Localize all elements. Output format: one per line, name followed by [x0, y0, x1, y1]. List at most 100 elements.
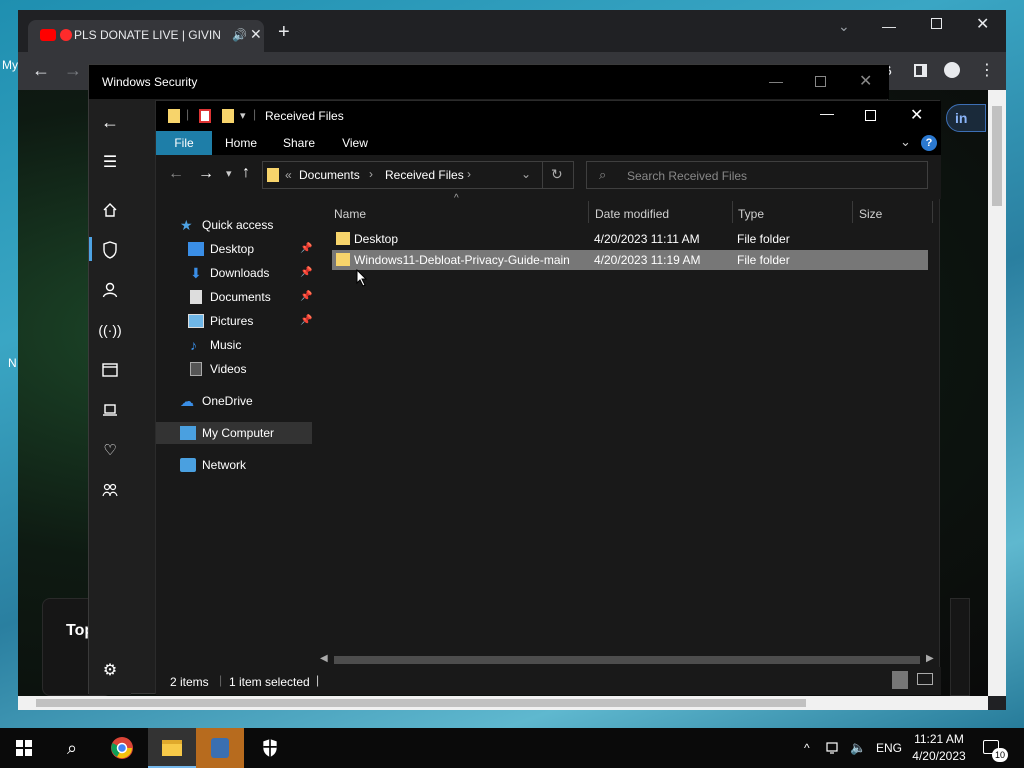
search-button[interactable]: ⌕ — [48, 728, 96, 768]
table-row[interactable]: Windows11-Debloat-Privacy-Guide-main 4/2… — [332, 250, 928, 270]
column-header-date[interactable]: Date modified — [595, 207, 669, 221]
clock[interactable]: 11:21 AM 4/20/2023 — [904, 731, 974, 765]
desktop-icon-label: My — [2, 58, 18, 72]
taskbar-windows-security[interactable] — [246, 728, 294, 768]
nav-downloads[interactable]: ⬇ Downloads 📌 — [188, 262, 312, 284]
profile-icon[interactable] — [944, 62, 960, 78]
music-note-icon: ♪ — [190, 337, 197, 353]
large-icons-view-icon[interactable] — [917, 673, 933, 685]
recent-locations-icon[interactable]: ▾ — [226, 167, 232, 180]
taskbar-app[interactable] — [196, 728, 244, 768]
explorer-close-icon[interactable]: ✕ — [910, 105, 923, 125]
signin-button[interactable]: in — [946, 104, 986, 132]
breadcrumb-chevron-icon[interactable]: › — [467, 167, 471, 181]
explorer-maximize-icon[interactable] — [865, 110, 876, 121]
file-type: File folder — [737, 232, 790, 246]
settings-gear-icon[interactable]: ⚙ — [99, 659, 121, 681]
breadcrumb-overflow[interactable]: « — [285, 168, 292, 182]
taskbar-chrome[interactable] — [98, 728, 146, 768]
device-security-icon[interactable] — [99, 399, 121, 421]
address-bar[interactable]: « Documents › Received Files › ⌄ ↻ — [262, 161, 574, 189]
winsec-nav: ← ☰ ((·)) ♡ ⚙ — [89, 99, 131, 695]
winsec-maximize-icon[interactable] — [815, 76, 826, 87]
hamburger-icon[interactable]: ☰ — [99, 151, 121, 173]
menu-icon[interactable]: ⋮ — [979, 60, 995, 80]
document-icon — [190, 290, 202, 304]
refresh-icon[interactable]: ↻ — [551, 166, 563, 183]
folder-icon — [336, 253, 350, 266]
tab-close-icon[interactable]: ✕ — [250, 26, 262, 43]
ribbon-tab-view[interactable]: View — [336, 131, 374, 155]
address-dropdown-icon[interactable]: ⌄ — [521, 167, 531, 181]
shield-icon[interactable] — [99, 239, 121, 261]
navigation-pane: ★ Quick access Desktop 📌 ⬇ Downloads 📌 D… — [156, 199, 316, 665]
ribbon-expand-icon[interactable]: ⌄ — [900, 134, 911, 150]
start-button[interactable] — [0, 728, 48, 768]
explorer-titlebar: | ▾ | Received Files — ✕ — [156, 101, 941, 131]
chrome-maximize-icon[interactable] — [931, 18, 942, 29]
recording-icon — [60, 29, 72, 41]
network-status-icon[interactable] — [826, 728, 842, 768]
page-horizontal-thumb[interactable] — [36, 699, 806, 707]
sidepanel-icon[interactable] — [914, 64, 927, 77]
explorer-minimize-icon[interactable]: — — [820, 105, 834, 121]
account-icon[interactable] — [99, 279, 121, 301]
nav-my-computer[interactable]: My Computer — [156, 422, 312, 444]
forward-icon[interactable]: → — [198, 165, 214, 183]
firewall-icon[interactable]: ((·)) — [98, 319, 121, 341]
search-input[interactable]: ⌕ Search Received Files — [586, 161, 928, 189]
file-name: Windows11-Debloat-Privacy-Guide-main — [354, 253, 570, 267]
forward-icon[interactable]: → — [64, 60, 82, 81]
language-indicator[interactable]: ENG — [876, 728, 902, 768]
speaker-icon[interactable]: 🔊 — [232, 28, 247, 42]
file-list: ^ Name Date modified Type Size Desktop 4… — [316, 193, 939, 665]
breadcrumb-received-files[interactable]: Received Files — [385, 168, 464, 182]
clock-time: 11:21 AM — [914, 732, 964, 746]
nav-desktop[interactable]: Desktop 📌 — [188, 238, 312, 260]
volume-icon[interactable]: 🔈 — [850, 728, 866, 768]
ribbon-tab-home[interactable]: Home — [220, 131, 262, 155]
column-header-size[interactable]: Size — [859, 207, 882, 221]
breadcrumb-chevron-icon[interactable]: › — [369, 167, 373, 181]
column-header-name[interactable]: Name — [334, 207, 366, 221]
page-vertical-thumb[interactable] — [992, 106, 1002, 206]
quick-toolbar-dropdown-icon[interactable]: ▾ — [240, 109, 246, 122]
winsec-title: Windows Security — [102, 75, 198, 89]
tray-overflow-icon[interactable]: ^ — [804, 728, 810, 768]
new-folder-icon[interactable] — [222, 109, 234, 123]
table-row[interactable]: Desktop 4/20/2023 11:11 AM File folder — [332, 229, 928, 249]
home-icon[interactable] — [99, 199, 121, 221]
breadcrumb-documents[interactable]: Documents — [299, 168, 360, 182]
chrome-close-icon[interactable]: ✕ — [976, 14, 989, 34]
chrome-tab[interactable]: PLS DONATE LIVE | GIVIN 🔊 ✕ — [28, 20, 264, 52]
chrome-minimize-icon[interactable]: — — [882, 18, 896, 34]
file-list-horizontal-scrollbar[interactable]: ◀ ▶ — [318, 653, 938, 667]
scroll-thumb[interactable] — [334, 656, 920, 664]
health-icon[interactable]: ♡ — [99, 439, 121, 461]
scroll-left-icon[interactable]: ◀ — [320, 653, 328, 664]
back-icon[interactable]: ← — [32, 60, 50, 81]
scroll-right-icon[interactable]: ▶ — [926, 653, 934, 664]
file-date: 4/20/2023 11:19 AM — [594, 253, 701, 267]
tab-search-icon[interactable]: ⌄ — [838, 18, 850, 35]
column-header-type[interactable]: Type — [738, 207, 764, 221]
family-icon[interactable] — [99, 479, 121, 501]
ribbon-tab-file[interactable]: File — [156, 131, 212, 155]
up-icon[interactable]: ↑ — [242, 164, 250, 182]
app-browser-icon[interactable] — [99, 359, 121, 381]
status-bar: 2 items | 1 item selected | — [156, 667, 941, 695]
new-tab-icon[interactable]: + — [278, 22, 290, 42]
winsec-close-icon[interactable]: ✕ — [859, 71, 872, 91]
help-icon[interactable]: ? — [921, 135, 937, 151]
back-icon[interactable]: ← — [99, 111, 121, 133]
ribbon-tab-share[interactable]: Share — [278, 131, 320, 155]
pictures-icon — [188, 314, 204, 328]
back-icon[interactable]: ← — [168, 165, 184, 183]
nav-pictures[interactable]: Pictures 📌 — [188, 310, 312, 332]
taskbar-file-explorer[interactable] — [148, 728, 196, 768]
nav-documents[interactable]: Documents 📌 — [188, 286, 312, 308]
properties-icon[interactable] — [199, 109, 211, 123]
details-view-icon[interactable] — [892, 671, 908, 689]
winsec-minimize-icon[interactable]: — — [769, 73, 783, 89]
pin-icon: 📌 — [300, 291, 313, 302]
